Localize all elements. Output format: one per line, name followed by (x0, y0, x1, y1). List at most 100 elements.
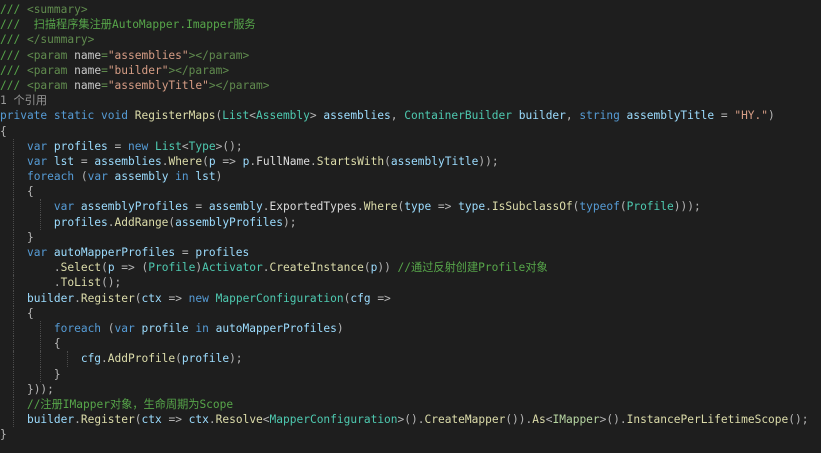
code-token: profiles (53, 215, 108, 229)
code-token: ))); (673, 200, 701, 214)
code-token: ( (202, 154, 209, 168)
code-token: /// (0, 3, 27, 16)
code-line[interactable]: } (0, 427, 821, 442)
code-token: Where (168, 154, 203, 168)
code-text: 1 个引用 (0, 94, 47, 107)
code-token: /// (0, 33, 27, 47)
code-token: ( (363, 261, 371, 275)
code-line[interactable]: /// <summary> (0, 2, 821, 17)
code-line[interactable]: builder.Register(ctx => ctx.Resolve<Mapp… (0, 412, 821, 428)
code-line[interactable]: /// </summary> (0, 32, 821, 47)
code-line[interactable]: } (0, 366, 821, 382)
code-line[interactable]: profiles.AddRange(assemblyProfiles); (0, 214, 821, 230)
code-token: lst (195, 170, 216, 184)
code-text: /// <summary> (0, 3, 88, 16)
code-text: var assemblyProfiles = assembly.Exported… (0, 200, 701, 213)
code-token: ( (175, 352, 182, 366)
code-line[interactable]: cfg.AddProfile(profile); (0, 351, 821, 367)
code-token: ()). (505, 413, 533, 427)
code-line[interactable]: foreach (var profile in autoMapperProfil… (0, 320, 821, 337)
code-token: foreach (26, 170, 81, 184)
code-line[interactable]: var assemblyProfiles = assembly.Exported… (0, 199, 821, 215)
code-text: } (0, 428, 7, 441)
code-token: new (128, 139, 155, 153)
code-token: InstancePerLifetimeScope (626, 413, 789, 427)
code-line[interactable]: //注册IMapper对象，生命周期为Scope (0, 396, 821, 413)
code-token: ); (282, 215, 297, 229)
code-line[interactable]: } (0, 229, 821, 245)
codelens-reference-count[interactable]: 1 个引用 (0, 94, 47, 107)
code-token: ) (768, 109, 775, 123)
code-token: . (208, 413, 216, 427)
code-token: assemblyProfiles (175, 215, 283, 229)
code-token: assemblies (94, 154, 162, 168)
code-line[interactable]: { (0, 184, 821, 200)
code-token: (); (101, 276, 122, 290)
code-line[interactable]: /// 扫描程序集注册AutoMapper.Imapper服务 (0, 17, 821, 32)
code-line[interactable]: 1 个引用 (0, 93, 821, 108)
code-line[interactable]: foreach (var assembly in lst) (0, 169, 821, 185)
code-token: /// (0, 48, 27, 62)
code-token: assemblyTitle (626, 109, 715, 123)
code-token: = (101, 78, 108, 92)
code-line[interactable]: /// <param name="assemblies"></param> (0, 48, 821, 63)
code-token: ContainerBuilder (404, 109, 512, 123)
code-line[interactable]: { (0, 124, 821, 139)
code-line[interactable]: /// <param name="assemblyTitle"></param> (0, 78, 821, 93)
code-line[interactable]: { (0, 305, 821, 321)
code-line[interactable]: .ToList(); (0, 275, 821, 291)
code-token: ></param> (168, 63, 230, 77)
code-editor[interactable]: /// <summary> /// 扫描程序集注册AutoMapper.Imapp… (0, 2, 821, 442)
code-line[interactable]: var profiles = new List<Type>(); (0, 138, 821, 154)
code-token: type (458, 200, 486, 214)
code-token: = (175, 246, 196, 259)
code-token: MapperConfiguration (215, 291, 344, 305)
code-token: profiles (195, 246, 250, 259)
code-line[interactable]: { (0, 336, 821, 352)
code-text: })); (0, 383, 54, 396)
code-token: = (101, 63, 108, 77)
code-token: ctx (141, 291, 162, 305)
code-token: name (74, 48, 102, 62)
code-text: foreach (var assembly in lst) (0, 170, 222, 183)
code-line[interactable]: builder.Register(ctx => new MapperConfig… (0, 290, 821, 306)
code-token: assembly (208, 200, 263, 214)
code-lines: /// <summary> /// 扫描程序集注册AutoMapper.Imapp… (0, 2, 821, 442)
code-token: . (107, 215, 115, 229)
code-token: private static void (0, 109, 135, 123)
code-text: //注册IMapper对象，生命周期为Scope (0, 398, 233, 411)
code-token: } (53, 367, 61, 381)
code-text: .Select(p => (Profile)Activator.CreateIn… (0, 261, 548, 274)
code-text: profiles.AddRange(assemblyProfiles); (0, 215, 297, 229)
code-line[interactable]: .Select(p => (Profile)Activator.CreateIn… (0, 260, 821, 276)
code-token: ) (215, 170, 223, 184)
code-text: { (0, 307, 34, 320)
code-token: < (181, 139, 189, 153)
code-token: Register (80, 413, 135, 427)
code-token: { (53, 337, 61, 351)
code-token: Resolve (215, 413, 263, 427)
code-line[interactable]: /// <param name="builder"></param> (0, 63, 821, 78)
code-token: = (188, 200, 209, 214)
code-token: ( (619, 200, 627, 214)
code-line[interactable]: private static void RegisterMaps(List<As… (0, 108, 821, 123)
code-line[interactable]: })); (0, 381, 821, 397)
code-line[interactable]: var autoMapperProfiles = profiles (0, 245, 821, 261)
code-token: . (485, 200, 492, 214)
code-token: )); (478, 154, 499, 168)
code-text: var autoMapperProfiles = profiles (0, 246, 249, 259)
code-line[interactable]: var lst = assemblies.Where(p => p.FullNa… (0, 153, 821, 170)
code-token: (); (788, 413, 809, 427)
code-token: //注册IMapper对象，生命周期为Scope (26, 397, 234, 411)
code-token: var (53, 200, 81, 214)
